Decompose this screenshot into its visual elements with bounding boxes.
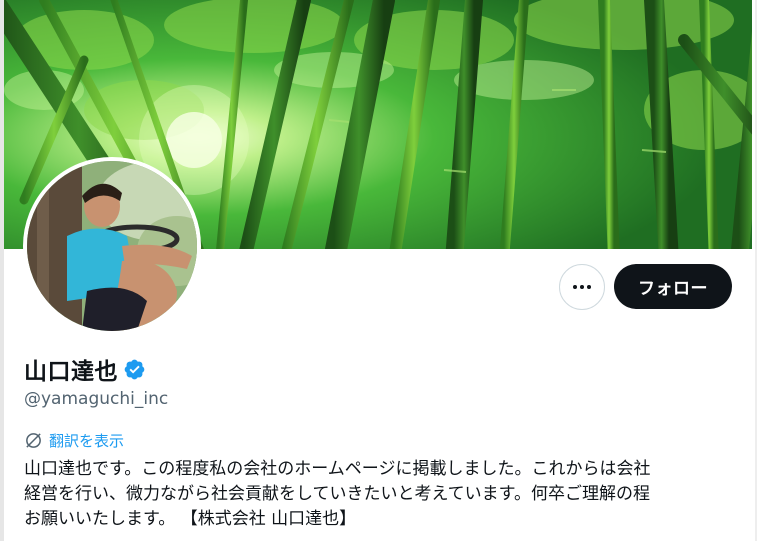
name-row: 山口達也 (24, 352, 146, 386)
verified-badge-icon[interactable] (123, 358, 146, 381)
bio-line: お願いいたします。 【株式会社 山口達也】 (24, 509, 357, 529)
bio-line: 経営を行い、微力ながら社会貢献をしていきたいと考えています。何卒ご理解の程 (24, 484, 650, 504)
more-horizontal-icon (573, 285, 591, 289)
translate-label[interactable]: 翻訳を表示 (49, 430, 124, 451)
user-handle: @yamaguchi_inc (24, 389, 169, 409)
profile-page: フォロー 山口達也 @yamaguchi_inc 翻訳を表示 山口達也です。この… (0, 0, 757, 541)
profile-bio: 山口達也です。この程度私の会社のホームページに掲載しました。これからは会社 経営… (24, 457, 734, 532)
display-name: 山口達也 (24, 359, 118, 385)
follow-button[interactable]: フォロー (614, 264, 732, 309)
bio-line: 山口達也です。この程度私の会社のホームページに掲載しました。これからは会社 (24, 459, 651, 479)
translate-globe-icon (26, 433, 41, 448)
translate-bio-link[interactable]: 翻訳を表示 (24, 430, 124, 451)
profile-avatar[interactable] (23, 157, 201, 335)
more-options-button[interactable] (559, 264, 605, 310)
